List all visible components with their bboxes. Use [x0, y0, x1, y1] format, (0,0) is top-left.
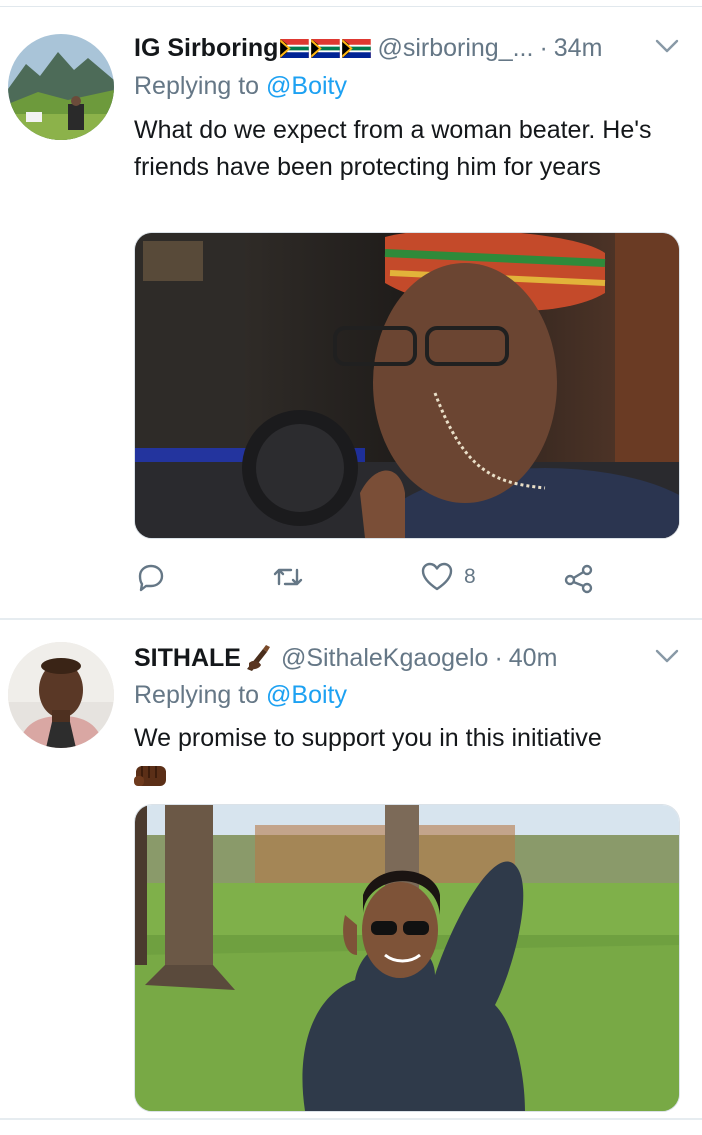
display-name[interactable]: IG Sirboring: [134, 34, 278, 63]
heart-icon: [421, 562, 453, 591]
avatar-sirboring[interactable]: [8, 34, 114, 140]
like-count: 8: [464, 565, 476, 588]
replying-to-label: Replying to: [134, 681, 260, 709]
replying-to-line: Replying to @Boity: [134, 72, 347, 101]
share-button[interactable]: [562, 557, 596, 597]
display-name[interactable]: SITHALE: [134, 644, 241, 673]
chevron-down-icon[interactable]: [652, 644, 682, 668]
writing-hand-emoji-icon: [246, 645, 270, 671]
retweet-icon: [273, 568, 303, 586]
user-handle[interactable]: @sirboring_...: [377, 34, 533, 63]
replying-to-label: Replying to: [134, 72, 260, 100]
mention-link[interactable]: @Boity: [266, 72, 347, 100]
raised-fist-emoji-icon: [134, 766, 166, 786]
south-africa-flag-icon: [342, 38, 372, 58]
tweet-header: SITHALE @SithaleKgaogelo · 40m: [134, 641, 682, 675]
user-handle[interactable]: @SithaleKgaogelo: [281, 644, 488, 673]
tweet-image[interactable]: [134, 804, 680, 1112]
mention-link[interactable]: @Boity: [266, 681, 347, 709]
tweet-divider: [0, 1118, 702, 1120]
tweet-image[interactable]: [134, 232, 680, 539]
timestamp[interactable]: 34m: [554, 34, 603, 63]
reply-button[interactable]: [134, 557, 168, 597]
reply-icon: [138, 564, 164, 592]
tweet-1[interactable]: IG Sirboring @sirboring_... · 34m Replyi…: [0, 0, 702, 620]
share-icon: [564, 564, 593, 594]
tweet-header: IG Sirboring @sirboring_... · 34m: [134, 31, 682, 65]
south-africa-flag-icon: [280, 38, 310, 58]
separator-dot: ·: [539, 33, 548, 62]
avatar-sithale[interactable]: [8, 642, 114, 748]
tweet-2[interactable]: SITHALE @SithaleKgaogelo · 40m Replying …: [0, 620, 702, 1135]
chevron-down-icon[interactable]: [652, 34, 682, 58]
flag-emojis: [280, 38, 372, 58]
retweet-button[interactable]: [271, 557, 305, 597]
tweet-text: What do we expect from a woman beater. H…: [134, 116, 652, 181]
timestamp[interactable]: 40m: [509, 644, 558, 673]
tweet-actions: 8: [134, 557, 604, 597]
replying-to-line: Replying to @Boity: [134, 681, 347, 710]
tweet-text: We promise to support you in this initia…: [134, 724, 602, 752]
like-button[interactable]: 8: [420, 557, 476, 597]
separator-dot: ·: [494, 643, 503, 672]
south-africa-flag-icon: [311, 38, 341, 58]
